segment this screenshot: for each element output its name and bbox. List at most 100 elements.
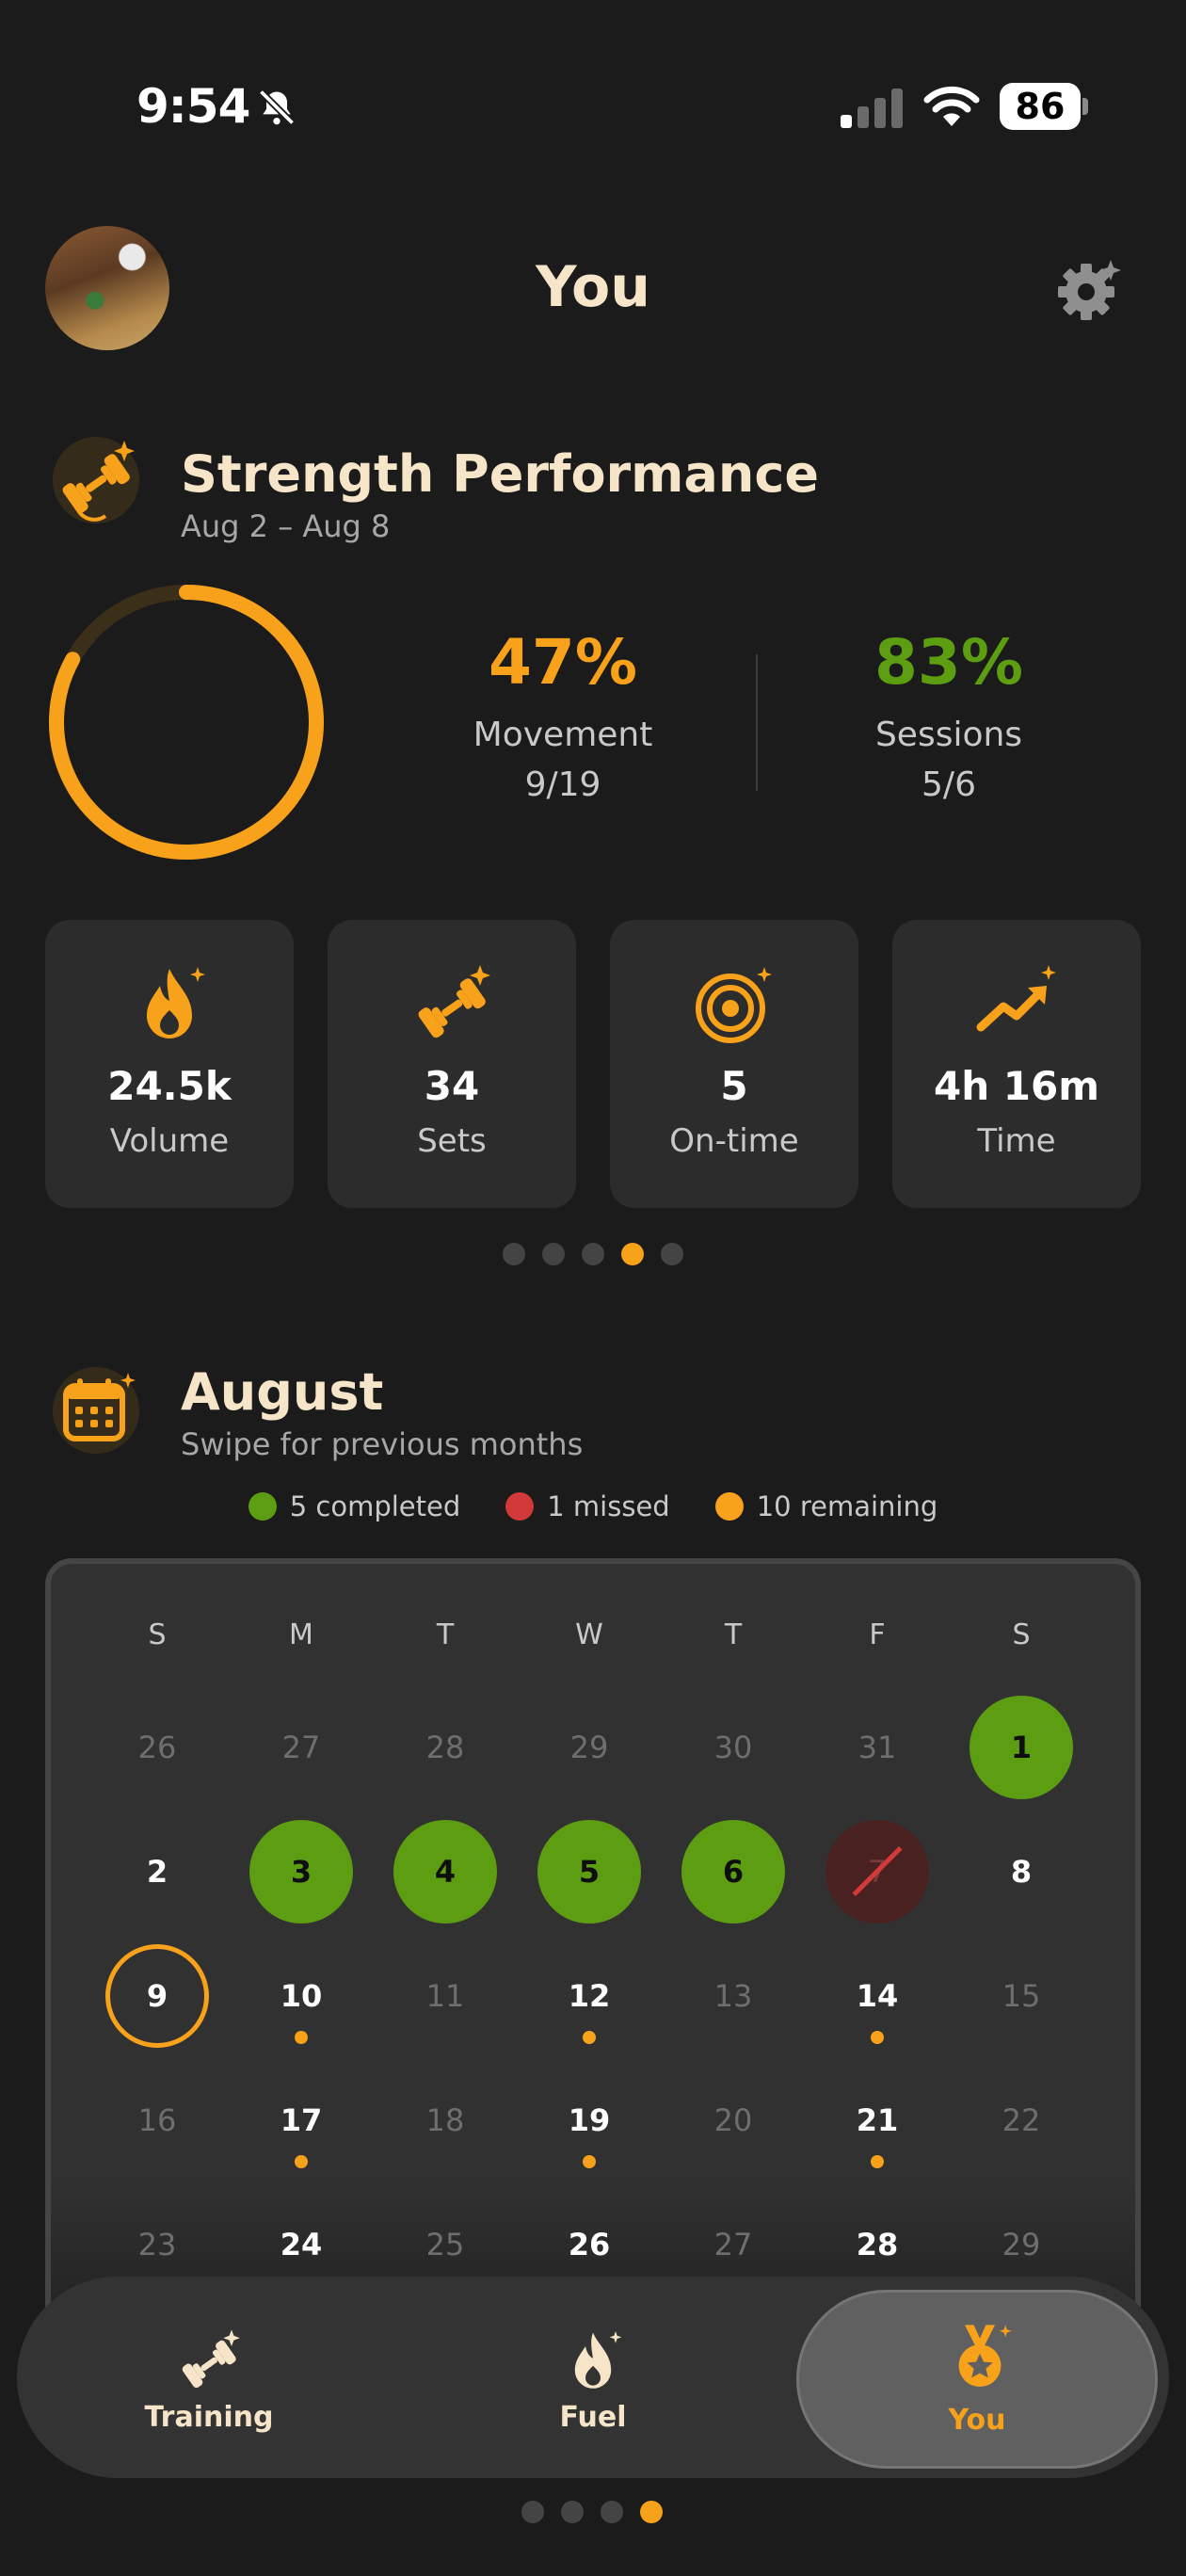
weekday-label: S: [1012, 1618, 1031, 1651]
movement-fraction: 9/19: [524, 765, 601, 804]
weekday-label: T: [436, 1618, 455, 1651]
calendar-day-dim[interactable]: 20: [681, 2069, 785, 2172]
calendar-day-dim[interactable]: 18: [393, 2069, 497, 2172]
stat-label: Time: [977, 1122, 1056, 1160]
trend-up-icon: [976, 965, 1056, 1032]
page-dot[interactable]: [542, 1243, 565, 1265]
calendar-day-done[interactable]: 3: [249, 1820, 353, 1924]
movement-metric: 47% Movement 9/19: [393, 626, 732, 804]
calendar-week-row: 2345678: [51, 1820, 1135, 1924]
page-indicator[interactable]: [521, 2501, 663, 2523]
calendar-day-pending[interactable]: 17: [249, 2069, 353, 2172]
sessions-progress-ring: [49, 585, 324, 860]
remaining-dot: [871, 2155, 884, 2168]
page-title: You: [536, 254, 650, 320]
month-calendar[interactable]: SMTWTFS262728293031123456789101112131415…: [45, 1558, 1141, 2311]
page-dot[interactable]: [521, 2501, 544, 2523]
flame-icon: [147, 967, 205, 1038]
stat-card-volume[interactable]: 24.5k Volume: [45, 920, 294, 1208]
calendar-day-pending[interactable]: 14: [825, 1944, 929, 2048]
dumbbell-icon: [182, 2329, 240, 2389]
page-dot[interactable]: [601, 2501, 623, 2523]
calendar-icon: [53, 1367, 139, 1454]
stat-value: 4h 16m: [934, 1063, 1099, 1109]
sessions-fraction: 5/6: [922, 765, 976, 804]
calendar-day-today[interactable]: 9: [105, 1944, 209, 2048]
calendar-day-dim[interactable]: 30: [681, 1696, 785, 1799]
calendar-week-row: 26 27 28 29 30 31 1: [51, 1696, 1135, 1799]
dumbbell-sparkle-icon: [53, 437, 139, 523]
calendar-day-done[interactable]: 4: [393, 1820, 497, 1924]
legend-missed: 1 missed: [505, 1490, 670, 1522]
calendar-day-dim[interactable]: 22: [970, 2069, 1073, 2172]
calendar-day-dim[interactable]: 28: [393, 1696, 497, 1799]
stats-page-indicator[interactable]: [503, 1243, 683, 1265]
legend-completed: 5 completed: [248, 1490, 460, 1522]
page-dot[interactable]: [582, 1243, 604, 1265]
calendar-day-missed[interactable]: 7: [825, 1820, 929, 1924]
tab-you[interactable]: You: [796, 2290, 1158, 2469]
stat-value: 5: [720, 1063, 748, 1109]
calendar-day-done[interactable]: 1: [970, 1696, 1073, 1799]
tab-label: Training: [144, 2401, 274, 2434]
weekday-header: SMTWTFS: [51, 1602, 1135, 1705]
cellular-signal-icon: [841, 89, 903, 128]
calendar-day-dim[interactable]: 11: [393, 1944, 497, 2048]
remaining-dot: [583, 2031, 596, 2044]
calendar-day-dim[interactable]: 13: [681, 1944, 785, 2048]
weekday-label: S: [148, 1618, 167, 1651]
weekday-label: W: [575, 1618, 603, 1651]
sessions-metric: 83% Sessions 5/6: [779, 626, 1118, 804]
weekday-label: F: [869, 1618, 886, 1651]
strength-title: Strength Performance: [181, 444, 819, 504]
wifi-icon: [923, 86, 980, 126]
stat-card-sets[interactable]: 34 Sets: [328, 920, 576, 1208]
page-dot[interactable]: [503, 1243, 525, 1265]
tab-bar: Training Fuel You: [17, 2277, 1169, 2478]
calendar-day-normal[interactable]: 2: [105, 1820, 209, 1924]
status-time: 9:54: [136, 79, 250, 134]
page-dot[interactable]: [661, 1243, 683, 1265]
stat-card-time[interactable]: 4h 16m Time: [892, 920, 1141, 1208]
calendar-day-normal[interactable]: 8: [970, 1820, 1073, 1924]
target-icon: [696, 967, 772, 1043]
stat-card-on-time[interactable]: 5 On-time: [610, 920, 858, 1208]
calendar-week-row: 9 10 11 12 13 14 15: [51, 1944, 1135, 2048]
tab-fuel[interactable]: Fuel: [401, 2277, 785, 2478]
you-screen: 9:54 86 You Strength Performance Aug 2 –…: [0, 0, 1186, 2576]
tab-label: Fuel: [559, 2401, 627, 2434]
battery-level: 86: [1000, 83, 1081, 130]
strength-date-range: Aug 2 – Aug 8: [181, 508, 391, 544]
calendar-day-pending[interactable]: 21: [825, 2069, 929, 2172]
remaining-dot: [295, 2155, 308, 2168]
tab-training[interactable]: Training: [17, 2277, 401, 2478]
stat-label: On-time: [669, 1122, 799, 1160]
page-dot[interactable]: [561, 2501, 584, 2523]
weekday-label: M: [289, 1618, 313, 1651]
page-dot[interactable]: [640, 2501, 663, 2523]
settings-gear-icon[interactable]: [1054, 254, 1126, 326]
calendar-day-dim[interactable]: 16: [105, 2069, 209, 2172]
calendar-legend: 5 completed 1 missed 10 remaining: [0, 1490, 1186, 1522]
calendar-day-dim[interactable]: 26: [105, 1696, 209, 1799]
calendar-day-pending[interactable]: 19: [537, 2069, 641, 2172]
calendar-day-done[interactable]: 6: [681, 1820, 785, 1924]
dumbbell-icon: [418, 965, 490, 1038]
stat-label: Volume: [109, 1122, 230, 1160]
sessions-label: Sessions: [874, 716, 1023, 754]
calendar-day-pending[interactable]: 10: [249, 1944, 353, 2048]
metric-divider: [756, 654, 758, 791]
battery-icon: 86: [1000, 83, 1088, 130]
calendar-day-dim[interactable]: 31: [825, 1696, 929, 1799]
remaining-dot: [583, 2155, 596, 2168]
calendar-day-pending[interactable]: 12: [537, 1944, 641, 2048]
calendar-day-dim[interactable]: 15: [970, 1944, 1073, 2048]
calendar-month-title: August: [181, 1362, 384, 1422]
weekday-label: T: [724, 1618, 743, 1651]
remaining-dot: [871, 2031, 884, 2044]
calendar-week-row: 16 17 18 19 20 21 22: [51, 2069, 1135, 2172]
calendar-day-dim[interactable]: 29: [537, 1696, 641, 1799]
page-dot[interactable]: [621, 1243, 644, 1265]
calendar-day-dim[interactable]: 27: [249, 1696, 353, 1799]
calendar-day-done[interactable]: 5: [537, 1820, 641, 1924]
